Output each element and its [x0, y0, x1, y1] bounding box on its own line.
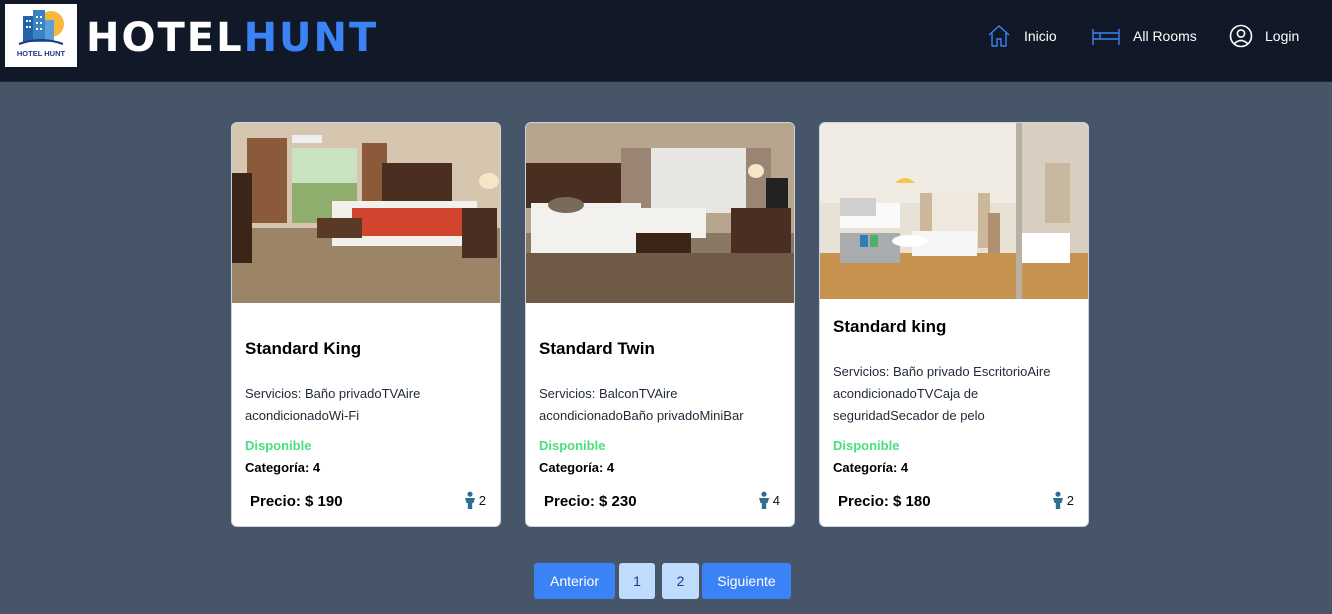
guest-capacity: 4: [757, 491, 780, 509]
page-1-button[interactable]: 1: [619, 563, 655, 599]
availability-status: Disponible: [833, 438, 900, 453]
room-photo[interactable]: [232, 123, 500, 303]
room-card[interactable]: Standard Twin Servicios: BalconTVAire ac…: [525, 122, 795, 527]
brand-part-hotel: HOTEL: [86, 15, 244, 61]
person-icon: [464, 491, 475, 509]
availability-status: Disponible: [245, 438, 312, 453]
home-icon: [986, 23, 1012, 49]
guest-count: 4: [772, 492, 780, 508]
nav-all-rooms[interactable]: All Rooms: [1091, 22, 1197, 50]
room-category: Categoría: 4: [245, 460, 321, 475]
brand-title[interactable]: HOTELHUNT: [86, 14, 378, 62]
guest-count: 2: [1066, 492, 1074, 508]
person-icon: [1052, 491, 1063, 509]
page-2-button[interactable]: 2: [662, 563, 699, 599]
nav-login[interactable]: Login: [1229, 22, 1299, 50]
nav-login-label: Login: [1265, 28, 1300, 44]
room-price: Precio: $ 180: [838, 493, 931, 510]
guest-count: 2: [478, 492, 486, 508]
room-category: Categoría: 4: [833, 460, 909, 475]
room-card[interactable]: Standard King Servicios: Baño privadoTVA…: [231, 122, 501, 527]
room-services: Servicios: Baño privadoTVAire acondicion…: [245, 386, 421, 423]
room-title: Standard King: [245, 339, 362, 358]
room-card[interactable]: Standard king Servicios: Baño privado Es…: [819, 122, 1089, 527]
hotel-hunt-logo[interactable]: HOTEL HUNT: [5, 4, 77, 67]
room-price: Precio: $ 230: [544, 493, 637, 510]
availability-status: Disponible: [539, 438, 606, 453]
room-category: Categoría: 4: [539, 460, 615, 475]
navbar: HOTEL HUNT HOTELHUNT Inicio All Rooms Lo…: [0, 0, 1332, 82]
bed-icon: [1091, 25, 1121, 47]
guest-capacity: 2: [463, 491, 486, 509]
brand-part-hunt: HUNT: [243, 15, 379, 61]
guest-capacity: 2: [1051, 491, 1074, 509]
person-icon: [758, 491, 769, 509]
room-title: Standard Twin: [539, 339, 655, 358]
next-page-button[interactable]: Siguiente: [702, 563, 791, 599]
room-photo[interactable]: [526, 123, 794, 303]
room-services: Servicios: Baño privado EscritorioAire a…: [833, 364, 1051, 423]
nav-all-rooms-label: All Rooms: [1133, 28, 1197, 44]
room-price: Precio: $ 190: [250, 493, 343, 510]
nav-inicio[interactable]: Inicio: [986, 22, 1057, 50]
nav-inicio-label: Inicio: [1024, 28, 1057, 44]
room-photo[interactable]: [820, 123, 1088, 299]
room-services: Servicios: BalconTVAire acondicionadoBañ…: [539, 386, 744, 423]
room-title: Standard king: [833, 317, 947, 336]
previous-page-button[interactable]: Anterior: [534, 563, 615, 599]
user-circle-icon: [1229, 24, 1253, 48]
logo-text: HOTEL HUNT: [17, 49, 66, 58]
